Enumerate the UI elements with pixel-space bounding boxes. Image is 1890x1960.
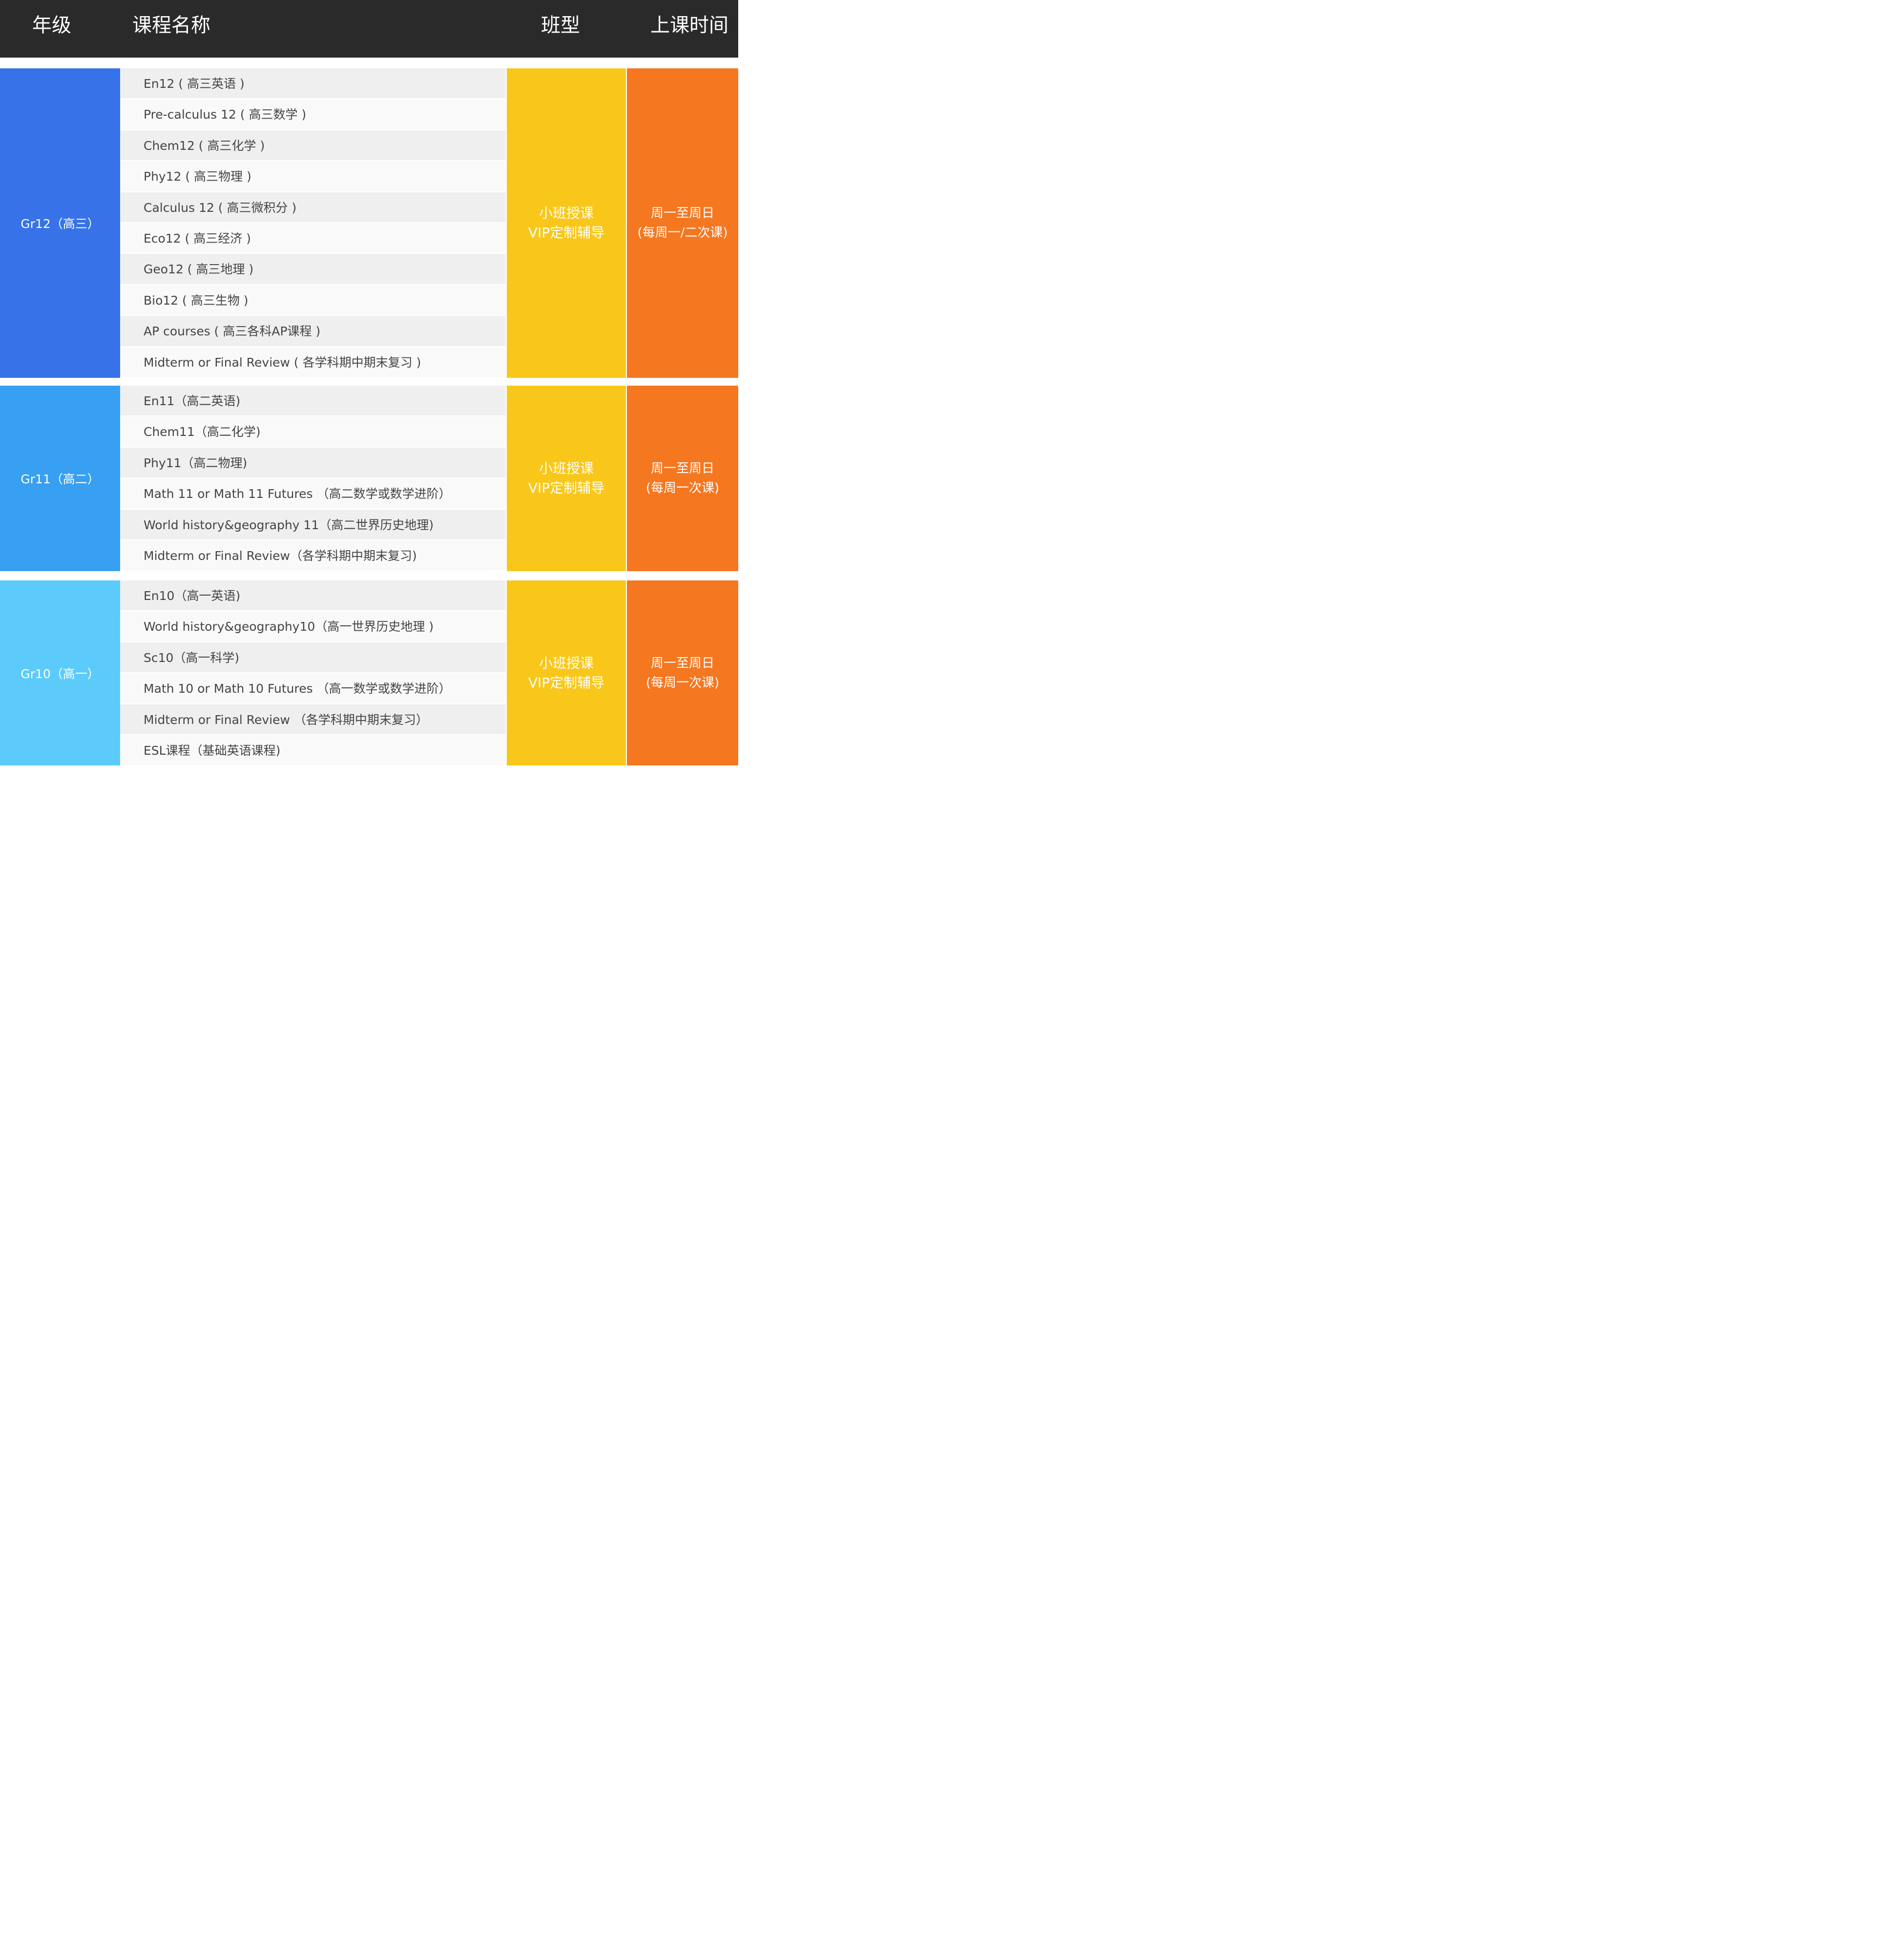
table-row: World history&geography10（高一世界历史地理 ) xyxy=(120,611,506,642)
course-list-gr11: En11（高二英语) Chem11（高二化学) Phy11（高二物理) Math… xyxy=(120,386,506,572)
header-class-time: 上课时间 xyxy=(650,14,728,37)
class-type-line: VIP定制辅导 xyxy=(528,480,605,496)
table-row: Midterm or Final Review ( 各学科期中期末复习 ) xyxy=(120,347,506,378)
table-row: Sc10（高一科学) xyxy=(120,642,506,674)
header-grade: 年级 xyxy=(32,14,71,37)
table-row: AP courses ( 高三各科AP课程 ) xyxy=(120,316,506,347)
table-row: Midterm or Final Review （各学科期中期末复习） xyxy=(120,704,506,735)
table-row: En10（高一英语) xyxy=(120,580,506,612)
class-type-line: VIP定制辅导 xyxy=(528,674,605,691)
class-time-cell-gr11: 周一至周日 (每周一次课) xyxy=(627,386,738,571)
class-type-line: 小班授课 xyxy=(539,205,594,221)
grade-cell-gr12: Gr12（高三） xyxy=(0,68,120,378)
course-schedule-page: 年级 课程名称 班型 上课时间 Gr12（高三） En12 ( 高三英语 ) P… xyxy=(0,0,738,766)
table-row: Pre-calculus 12 ( 高三数学 ) xyxy=(120,99,506,130)
table-row: En11（高二英语) xyxy=(120,386,506,417)
table-row: Phy11（高二物理) xyxy=(120,447,506,479)
table-row: Phy12 ( 高三物理 ) xyxy=(120,161,506,192)
grade-cell-gr10: Gr10（高一） xyxy=(0,580,120,765)
class-type-cell-gr10: 小班授课 VIP定制辅导 xyxy=(507,580,626,765)
class-type-line: 小班授课 xyxy=(539,460,594,476)
header-class-type: 班型 xyxy=(541,14,580,37)
class-time-line: 周一至周日 xyxy=(650,656,714,671)
table-row: Math 11 or Math 11 Futures （高二数学或数学进阶） xyxy=(120,478,506,510)
course-list-gr12: En12 ( 高三英语 ) Pre-calculus 12 ( 高三数学 ) C… xyxy=(120,68,506,378)
class-time-line: 周一至周日 xyxy=(650,206,714,221)
section-gr11: Gr11（高二） En11（高二英语) Chem11（高二化学) Phy11（高… xyxy=(0,386,738,572)
table-row: Eco12 ( 高三经济 ) xyxy=(120,223,506,254)
table-row: World history&geography 11（高二世界历史地理) xyxy=(120,509,506,540)
class-time-cell-gr10: 周一至周日 (每周一次课) xyxy=(627,580,738,765)
table-row: En12 ( 高三英语 ) xyxy=(120,68,506,100)
table-row: Chem11（高二化学) xyxy=(120,416,506,448)
class-time-line: 周一至周日 xyxy=(650,461,714,476)
table-row: Math 10 or Math 10 Futures （高一数学或数学进阶） xyxy=(120,673,506,704)
table-row: ESL课程（基础英语课程) xyxy=(120,735,506,766)
table-row: Bio12 ( 高三生物 ) xyxy=(120,285,506,316)
class-type-cell-gr12: 小班授课 VIP定制辅导 xyxy=(507,68,626,378)
class-time-cell-gr12: 周一至周日 (每周一/二次课) xyxy=(627,68,738,378)
table-row: Calculus 12 ( 高三微积分 ) xyxy=(120,192,506,223)
table-header: 年级 课程名称 班型 上课时间 xyxy=(0,0,738,58)
table-row: Geo12 ( 高三地理 ) xyxy=(120,254,506,285)
grade-cell-gr11: Gr11（高二） xyxy=(0,386,120,571)
class-time-line: (每周一次课) xyxy=(645,675,720,690)
section-gr10: Gr10（高一） En10（高一英语) World history&geogra… xyxy=(0,580,738,766)
class-type-cell-gr11: 小班授课 VIP定制辅导 xyxy=(507,386,626,571)
table-row: Chem12 ( 高三化学 ) xyxy=(120,130,506,162)
class-time-line: (每周一次课) xyxy=(645,481,720,495)
class-time-line: (每周一/二次课) xyxy=(637,226,728,240)
header-course-name: 课程名称 xyxy=(132,14,210,37)
table-row: Midterm or Final Review（各学科期中期末复习) xyxy=(120,540,506,572)
class-type-line: 小班授课 xyxy=(539,655,594,671)
course-list-gr10: En10（高一英语) World history&geography10（高一世… xyxy=(120,580,506,766)
section-gr12: Gr12（高三） En12 ( 高三英语 ) Pre-calculus 12 (… xyxy=(0,68,738,378)
class-type-line: VIP定制辅导 xyxy=(528,225,605,241)
